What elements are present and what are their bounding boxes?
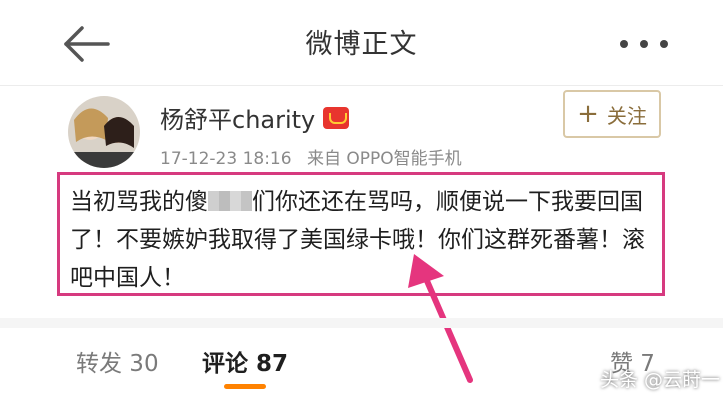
username[interactable]: 杨舒平charity [160, 100, 315, 135]
avatar[interactable] [68, 96, 140, 168]
post-time: 17-12-23 18:16 [160, 149, 292, 169]
top-bar: 微博正文 [0, 0, 723, 86]
mosaic-censor [208, 191, 252, 211]
tab-comment[interactable]: 评论 87 [202, 344, 288, 378]
post-text: 当初骂我的傻 们你还还在骂吗，顺便说一下我要回国了！不要嫉妒我取得了美国绿卡哦！你… [70, 183, 660, 297]
divider [0, 318, 723, 328]
vip-red-envelope-icon [323, 106, 350, 129]
page-title: 微博正文 [305, 29, 418, 60]
post-meta: 17-12-23 18:16 来自 OPPO智能手机 [160, 144, 462, 169]
follow-label: 关注 [606, 103, 647, 128]
post-text-part-1: 当初骂我的傻 [70, 189, 208, 215]
more-dots-icon[interactable] [620, 38, 668, 50]
plus-icon: + [577, 99, 599, 129]
post-source: 来自 OPPO智能手机 [306, 149, 462, 169]
watermark: 头条 @云莳一 [600, 369, 721, 391]
active-tab-indicator [224, 384, 266, 389]
username-row: 杨舒平charity [160, 100, 350, 135]
highlighted-post: 当初骂我的傻 们你还还在骂吗，顺便说一下我要回国了！不要嫉妒我取得了美国绿卡哦！你… [57, 172, 665, 296]
tab-repost[interactable]: 转发 30 [76, 344, 159, 378]
follow-button[interactable]: + 关注 [563, 90, 661, 138]
